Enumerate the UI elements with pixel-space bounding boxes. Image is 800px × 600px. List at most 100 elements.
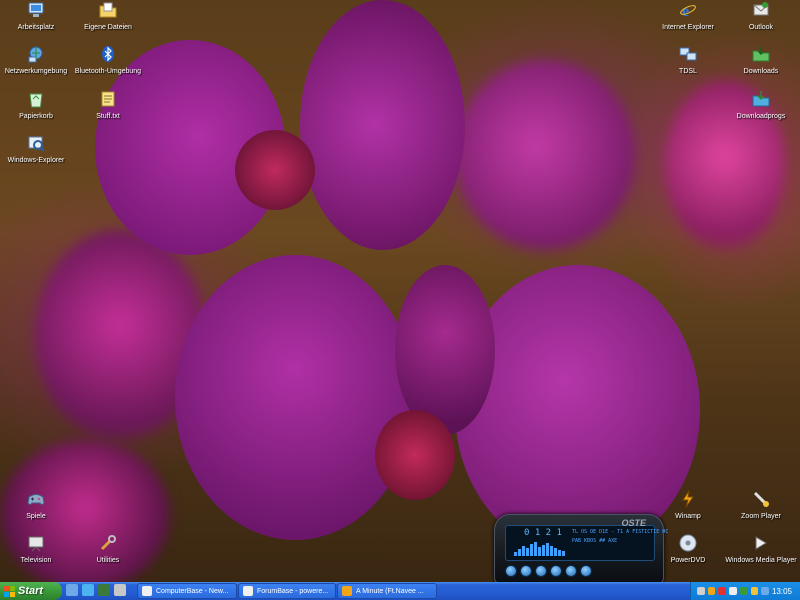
start-button-label: Start bbox=[18, 585, 44, 597]
desktop-icon-label: Utilities bbox=[96, 557, 120, 564]
desktop-icon-arbeitsplatz[interactable]: Arbeitsplatz bbox=[0, 0, 72, 44]
start-button[interactable]: Start bbox=[0, 582, 62, 600]
tray-icon[interactable] bbox=[750, 587, 759, 595]
previous-icon[interactable] bbox=[505, 565, 517, 577]
taskbar-task[interactable]: ComputerBase - New... bbox=[137, 583, 237, 599]
orchid-petal bbox=[300, 0, 465, 250]
media-player-icon bbox=[751, 533, 771, 553]
stop-icon[interactable] bbox=[550, 565, 562, 577]
winamp-icon bbox=[342, 586, 352, 596]
spectrum-bar bbox=[542, 545, 545, 556]
spectrum-bar bbox=[538, 547, 541, 556]
desktop-icon-label: Papierkorb bbox=[19, 113, 53, 120]
spectrum-bar bbox=[526, 548, 529, 556]
tray-icon[interactable] bbox=[707, 587, 716, 595]
svg-text:e: e bbox=[682, 3, 689, 19]
taskbar-task[interactable]: ForumBase - powere... bbox=[238, 583, 336, 599]
downloads-folder-icon bbox=[751, 44, 771, 64]
desktop-icon-label: Winamp bbox=[675, 513, 701, 520]
eject-icon[interactable] bbox=[580, 565, 592, 577]
desktop-icon-label: TDSL bbox=[679, 68, 697, 75]
network-icon bbox=[26, 44, 46, 64]
program-icon[interactable] bbox=[114, 584, 126, 596]
desktop-icon-downloads[interactable]: Downloads bbox=[725, 44, 797, 88]
next-icon[interactable] bbox=[565, 565, 577, 577]
desktop-icon-label: Internet Explorer bbox=[662, 24, 714, 31]
dvd-icon bbox=[678, 533, 698, 553]
play-icon[interactable] bbox=[520, 565, 532, 577]
desktop-icon-label: Windows Media Player bbox=[725, 557, 797, 564]
winamp-skin-logo: OSTE bbox=[621, 518, 646, 528]
orchid-petal bbox=[175, 255, 415, 540]
desktop-icon-television[interactable]: Television bbox=[0, 533, 72, 577]
desktop-icon-label: Outlook bbox=[748, 24, 774, 31]
tray-icon[interactable] bbox=[739, 587, 748, 595]
desktop-icon-stuff-txt[interactable]: Stuff.txt bbox=[72, 89, 144, 133]
tray-icon[interactable] bbox=[697, 587, 705, 595]
system-tray: 13:05 bbox=[690, 582, 800, 600]
spectrum-bar bbox=[550, 546, 553, 556]
zoom-player-icon bbox=[751, 489, 771, 509]
desktop-icon-label: PowerDVD bbox=[670, 557, 706, 564]
documents-folder-icon bbox=[98, 0, 118, 20]
taskbar: Start ComputerBase - New... ForumBase - … bbox=[0, 582, 800, 600]
mail-icon bbox=[751, 0, 771, 20]
gamepad-icon bbox=[26, 489, 46, 509]
bluetooth-icon bbox=[98, 44, 118, 64]
tray-icon[interactable] bbox=[761, 587, 769, 595]
desktop-icon-tdsl[interactable]: TDSL bbox=[652, 44, 724, 88]
spectrum-bar bbox=[518, 549, 521, 556]
spectrum-bar bbox=[558, 550, 561, 556]
desktop-icon-label: Netzwerkumgebung bbox=[4, 68, 68, 75]
winamp-display: 0 1 2 1 OSTE TL OS OE D1E - T1 A FISTICT… bbox=[505, 518, 668, 561]
desktop-icon-label: Eigene Dateien bbox=[84, 24, 132, 31]
explorer-icon bbox=[26, 133, 46, 153]
pause-icon[interactable] bbox=[535, 565, 547, 577]
internet-explorer-icon[interactable] bbox=[82, 584, 94, 596]
desktop-icon-windows-explorer[interactable]: Windows-Explorer bbox=[0, 133, 72, 177]
desktop-icon-label: Arbeitsplatz bbox=[17, 24, 55, 31]
spectrum-bar bbox=[522, 546, 525, 556]
recycle-bin-icon bbox=[26, 89, 46, 109]
winamp-player-widget[interactable]: 0 1 2 1 OSTE TL OS OE D1E - T1 A FISTICT… bbox=[494, 514, 668, 582]
winamp-icon bbox=[678, 489, 698, 509]
spectrum-bar bbox=[534, 542, 537, 556]
browser-window-icon bbox=[243, 586, 253, 596]
taskbar-task[interactable]: A Minute (Ft.Navee ... bbox=[337, 583, 437, 599]
desktop-icon-utilities[interactable]: Utilities bbox=[72, 533, 144, 577]
desktop-icon-zoom-player[interactable]: Zoom Player bbox=[725, 489, 797, 533]
desktop-icon-label: Stuff.txt bbox=[96, 113, 120, 120]
winamp-time-display: 0 1 2 1 bbox=[524, 528, 562, 538]
desktop-icon-outlook[interactable]: Outlook bbox=[725, 0, 797, 44]
spectrum-bar bbox=[546, 543, 549, 556]
internet-explorer-icon: e bbox=[678, 0, 698, 20]
desktop-icon-label: Windows-Explorer bbox=[7, 157, 65, 164]
desktop-icon-eigene-dateien[interactable]: Eigene Dateien bbox=[72, 0, 144, 44]
wrench-icon bbox=[98, 533, 118, 553]
desktop-icon-windows-media-player[interactable]: Windows Media Player bbox=[725, 533, 797, 577]
desktop-icon-papierkorb[interactable]: Papierkorb bbox=[0, 89, 72, 133]
desktop-icon-label: Zoom Player bbox=[741, 513, 781, 520]
windows-flag-icon bbox=[4, 585, 15, 597]
tray-icon[interactable] bbox=[729, 587, 737, 595]
winamp-controls bbox=[505, 565, 592, 577]
connection-icon bbox=[678, 44, 698, 64]
spectrum-bar bbox=[530, 544, 533, 556]
desktop-icon-label: Television bbox=[20, 557, 52, 564]
folder-icon bbox=[751, 89, 771, 109]
desktop-icon-internet-explorer[interactable]: e Internet Explorer bbox=[652, 0, 724, 44]
desktop-icon-bluetooth-umgebung[interactable]: Bluetooth-Umgebung bbox=[72, 44, 144, 88]
show-desktop-icon[interactable] bbox=[66, 584, 78, 596]
clock[interactable]: 13:05 bbox=[772, 587, 792, 596]
desktop-icon-downloadprogs[interactable]: Downloadprogs bbox=[725, 89, 797, 133]
tray-icon[interactable] bbox=[718, 587, 727, 595]
desktop-icon-label: Downloads bbox=[743, 68, 779, 75]
winamp-song-ticker: TL OS OE D1E - T1 A FISTICTIE HC bbox=[572, 529, 669, 535]
desktop-icon-label: Downloadprogs bbox=[736, 113, 786, 120]
computer-icon bbox=[26, 0, 46, 20]
desktop-icon-spiele[interactable]: Spiele bbox=[0, 489, 72, 533]
desktop-icon-netzwerkumgebung[interactable]: Netzwerkumgebung bbox=[0, 44, 72, 88]
winamp-spectrum-analyzer bbox=[514, 540, 566, 556]
program-icon[interactable] bbox=[98, 584, 110, 596]
browser-window-icon bbox=[142, 586, 152, 596]
